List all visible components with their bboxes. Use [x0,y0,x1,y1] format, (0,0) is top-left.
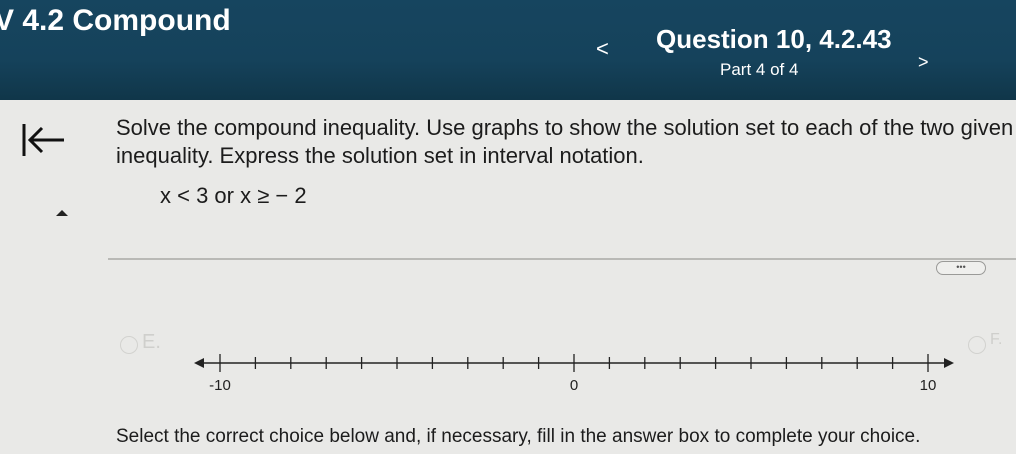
header-bar: V 4.2 Compound < Question 10, 4.2.43 Par… [0,0,1016,100]
chevron-right-icon: > [918,52,929,72]
tick-label: 10 [920,377,937,394]
section-title: V 4.2 Compound [0,4,231,37]
back-button[interactable] [20,118,66,164]
next-question-button[interactable]: > [918,52,929,73]
part-indicator: Part 4 of 4 [720,60,799,79]
back-arrow-icon [22,124,64,156]
choice-f-radio[interactable] [968,336,986,354]
prompt-line-1: Solve the compound inequality. Use graph… [116,115,1016,140]
previous-question-button[interactable]: < [596,36,609,62]
question-title: Question 10, 4.2.43 [656,24,892,54]
choice-e-label: E. [142,331,161,353]
compound-inequality: x < 3 or x ≥ − 2 [160,183,307,208]
chevron-left-icon: < [596,36,609,61]
tick-label: -10 [209,377,231,394]
more-options-button[interactable]: ••• [936,261,986,275]
answer-instruction: Select the correct choice below and, if … [116,426,921,447]
choice-f-label: F. [990,331,1003,348]
section-divider [108,258,1016,260]
choice-e-radio[interactable] [120,336,138,354]
number-line-graph: -10 0 10 [194,354,954,394]
prompt-line-2: inequality. Express the solution set in … [116,143,644,168]
collapse-caret-icon[interactable] [56,210,68,216]
number-line: -10 0 10 [180,345,970,400]
left-arrowhead [194,358,204,368]
question-prompt: Solve the compound inequality. Use graph… [116,114,1016,170]
tick-label: 0 [570,377,578,394]
right-arrowhead [944,358,954,368]
